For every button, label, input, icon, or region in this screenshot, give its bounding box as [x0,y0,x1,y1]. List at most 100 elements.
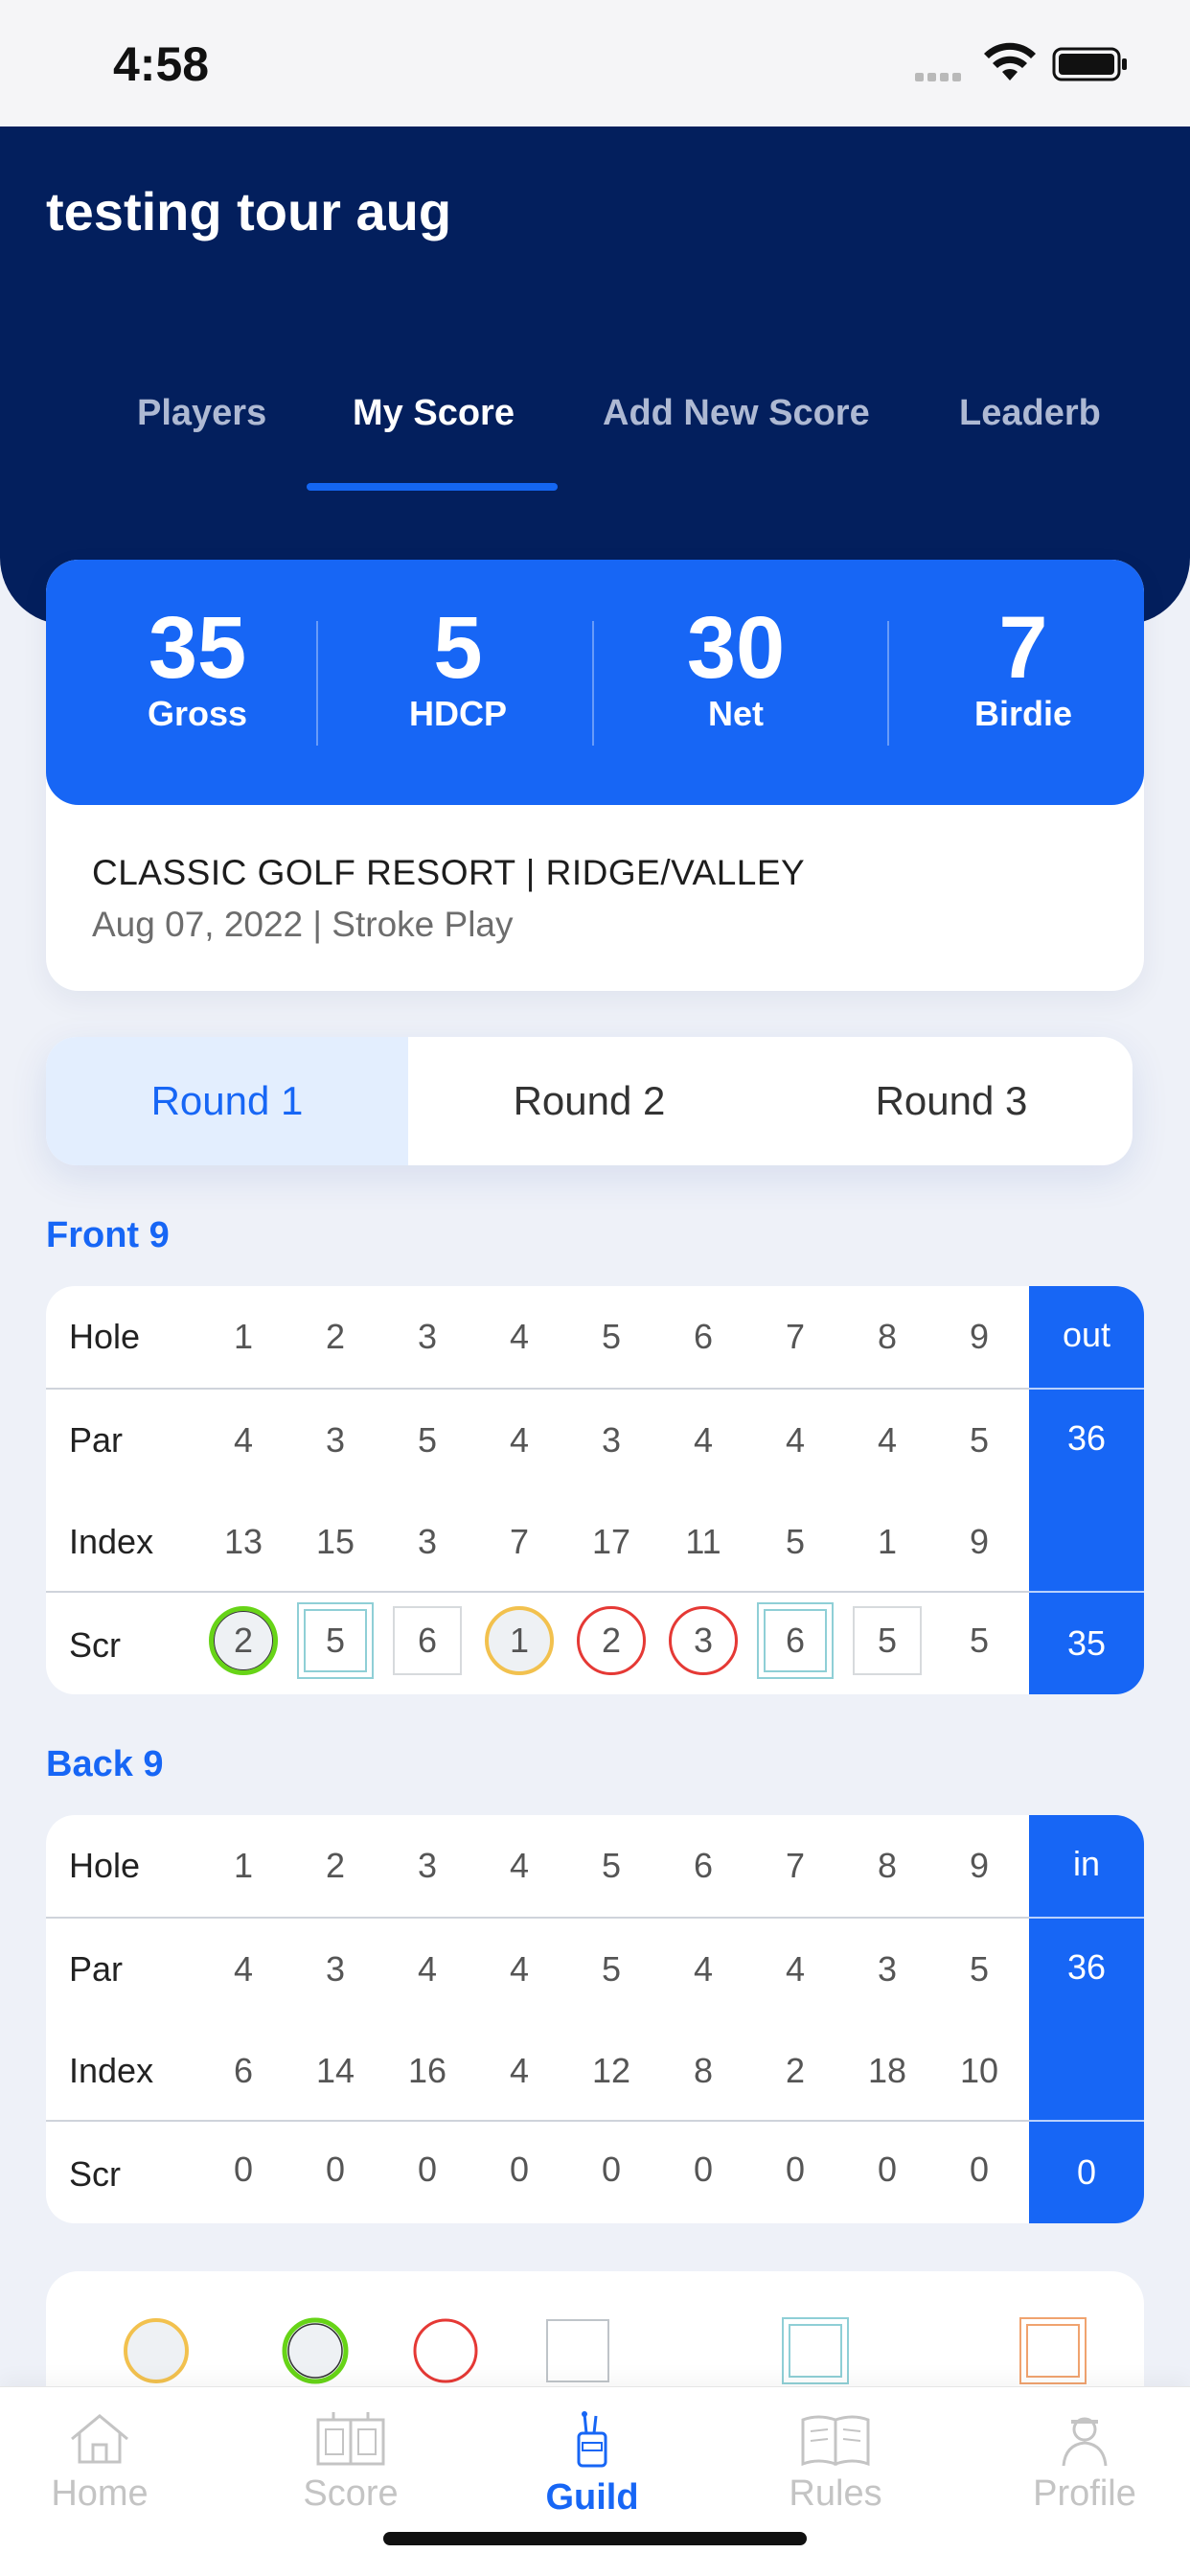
nav-home[interactable]: Home [13,2410,186,2515]
hole-number: 1 [233,1846,254,1885]
stat-hdcp: 5 HDCP [343,598,573,734]
scoreboard-icon [316,2412,385,2466]
par-value: 4 [509,1949,530,1989]
nav-profile[interactable]: Profile [998,2410,1171,2515]
tab-my-score[interactable]: My Score [353,393,515,434]
index-value: 12 [591,2051,631,2090]
stat-value: 35 [148,599,247,697]
birdie-legend-icon [413,2318,478,2383]
round-tab-1[interactable]: Round 1 [46,1037,408,1165]
index-value: 5 [785,1522,806,1561]
divider [46,1917,1029,1919]
tab-add-new-score[interactable]: Add New Score [603,393,870,434]
stat-label: Net [707,694,764,733]
score-cell[interactable]: 2 [573,1602,650,1679]
divider [46,2120,1029,2122]
hole-number: 9 [969,1846,990,1885]
tab-leaderboard[interactable]: Leaderb [959,393,1101,434]
score-cell[interactable]: 0 [297,2131,374,2208]
nav-score[interactable]: Score [264,2410,437,2515]
albatross-legend-icon [124,2318,189,2383]
score-cell[interactable]: 0 [849,2131,926,2208]
score-cell[interactable]: 3 [665,1602,742,1679]
hole-number: 4 [509,1317,530,1356]
score-cell[interactable]: 5 [297,1602,374,1679]
score-cell[interactable]: 0 [481,2131,558,2208]
eagle-legend-icon [282,2317,349,2384]
score-cell[interactable]: 0 [665,2131,742,2208]
wifi-icon [984,42,1036,80]
score-cell[interactable]: 0 [757,2131,834,2208]
out-par-total: 36 [1066,1418,1107,1458]
index-value: 14 [315,2051,355,2090]
index-value: 13 [223,1522,263,1561]
score-cell[interactable]: 6 [757,1602,834,1679]
index-value: 1 [877,1522,898,1561]
par-value: 3 [325,1420,346,1460]
tour-header: testing tour aug Players My Score Add Ne… [0,126,1190,625]
index-value: 10 [959,2051,999,2090]
home-icon [71,2414,128,2464]
score-cell[interactable]: 0 [941,2131,1018,2208]
score-cell[interactable]: 0 [573,2131,650,2208]
par-value: 4 [233,1420,254,1460]
golfer-profile-icon [1062,2417,1108,2467]
score-value: 0 [693,2150,714,2189]
par-value: 5 [969,1420,990,1460]
index-value: 11 [685,1522,721,1561]
index-value: 18 [867,2051,907,2090]
divider [46,1591,1029,1593]
cellular-signal-icon [915,69,965,86]
tab-players[interactable]: Players [137,393,266,434]
tour-title: testing tour aug [46,181,452,242]
round-tab-2[interactable]: Round 2 [408,1037,770,1165]
round-tab-3[interactable]: Round 3 [770,1037,1133,1165]
divider [887,621,889,746]
row-label-score: Scr [69,2154,121,2194]
course-name: CLASSIC GOLF RESORT | RIDGE/VALLEY [92,853,806,892]
score-value: 0 [325,2150,346,2189]
out-label: out [1062,1315,1111,1354]
score-cell[interactable]: 5 [849,1602,926,1679]
stat-label: Birdie [973,694,1073,733]
score-cell[interactable]: 5 [941,1602,1018,1679]
divider [1029,1388,1144,1390]
stat-birdie: 7 Birdie [908,598,1138,734]
score-summary-card: 35 Gross 5 HDCP 30 Net 7 Birdie CLASSIC … [46,560,1144,991]
index-value: 16 [407,2051,447,2090]
row-label-hole: Hole [69,1317,141,1356]
par-value: 4 [417,1949,438,1989]
stat-net: 30 Net [621,598,851,734]
score-value: 0 [601,2150,622,2189]
score-value: 5 [325,1621,346,1660]
hole-number: 8 [877,1317,898,1356]
status-bar: 4:58 [0,0,1190,126]
in-par-total: 36 [1066,1947,1107,1987]
score-cell[interactable]: 2 [205,1602,282,1679]
index-value: 9 [969,1522,990,1561]
bogey-legend-icon [546,2319,609,2382]
hole-number: 2 [325,1846,346,1885]
round-selector: Round 1 Round 2 Round 3 [46,1037,1133,1165]
score-cell[interactable]: 0 [205,2131,282,2208]
score-cell[interactable]: 0 [389,2131,466,2208]
index-value: 15 [315,1522,355,1561]
index-value: 8 [693,2051,714,2090]
index-value: 3 [417,1522,438,1561]
divider [46,1388,1029,1390]
score-value: 0 [877,2150,898,2189]
stats-panel: 35 Gross 5 HDCP 30 Net 7 Birdie [46,560,1144,805]
score-cell[interactable]: 1 [481,1602,558,1679]
nav-label: Score [303,2473,399,2514]
score-cell[interactable]: 6 [389,1602,466,1679]
in-score-total: 0 [1076,2152,1097,2192]
score-value: 0 [969,2150,990,2189]
nav-guild[interactable]: Guild [506,2410,678,2518]
row-label-par: Par [69,1949,124,1989]
front-nine-title: Front 9 [46,1215,170,1255]
hole-number: 7 [785,1317,806,1356]
hole-number: 3 [417,1846,438,1885]
score-value: 6 [785,1621,806,1660]
par-value: 4 [877,1420,898,1460]
nav-rules[interactable]: Rules [749,2410,922,2515]
